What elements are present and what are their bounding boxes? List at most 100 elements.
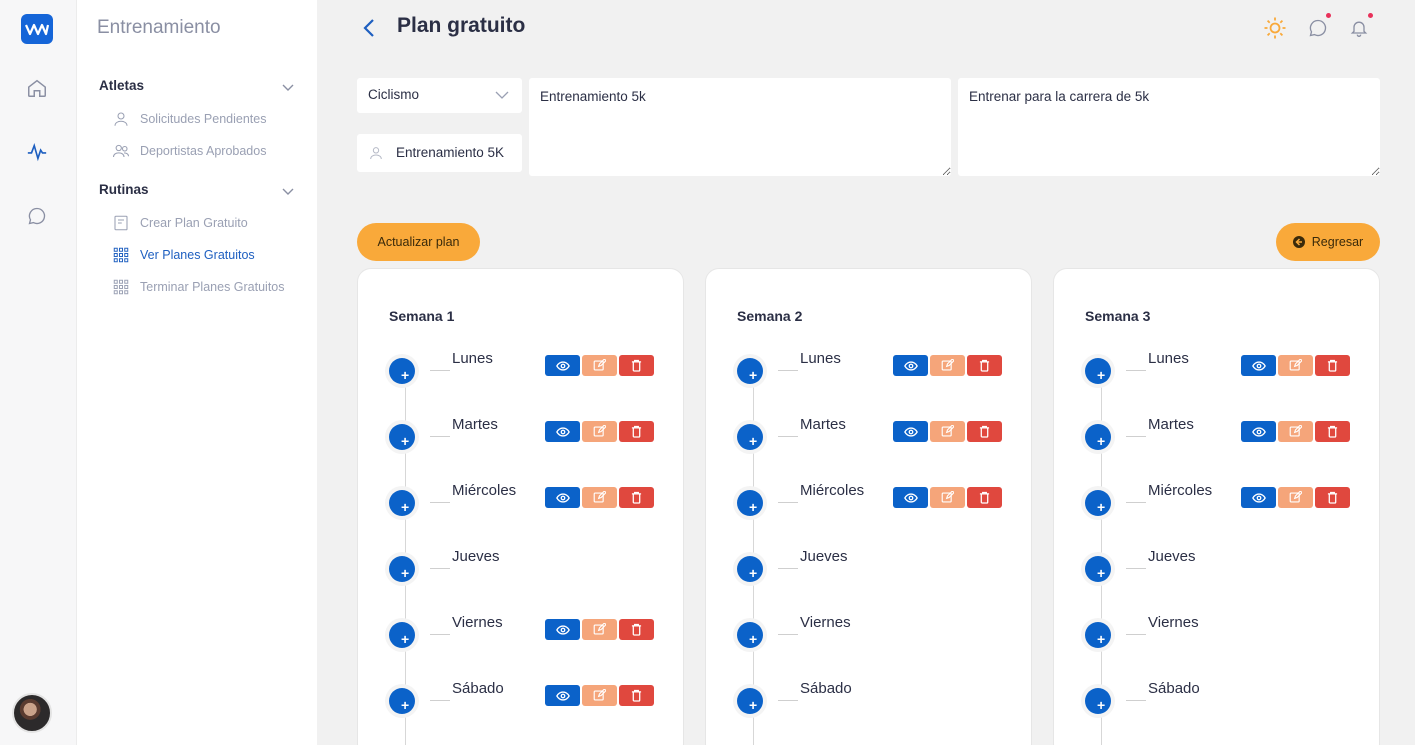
chat-icon[interactable] (25, 204, 49, 228)
view-button[interactable] (1241, 487, 1276, 508)
timeline-connector (1126, 700, 1146, 701)
week-title: Semana 2 (737, 308, 803, 324)
delete-button[interactable] (619, 619, 654, 640)
delete-button[interactable] (1315, 355, 1350, 376)
edit-button[interactable] (582, 685, 617, 706)
timeline-connector (430, 568, 450, 569)
eye-icon (555, 690, 570, 701)
bell-icon[interactable] (1347, 16, 1371, 40)
timeline-connector (778, 370, 798, 371)
user-avatar[interactable] (12, 693, 52, 733)
trash-icon (1327, 491, 1338, 504)
view-button[interactable] (893, 487, 928, 508)
sidebar-item-crear-plan[interactable]: Crear Plan Gratuito (111, 213, 248, 233)
activity-icon[interactable] (25, 140, 49, 164)
edit-button[interactable] (1278, 355, 1313, 376)
add-session-button[interactable]: + (1085, 424, 1111, 450)
back-button[interactable]: Regresar (1276, 223, 1380, 261)
delete-button[interactable] (967, 487, 1002, 508)
eye-icon (903, 426, 918, 437)
delete-button[interactable] (619, 685, 654, 706)
view-button[interactable] (893, 355, 928, 376)
sidebar-group-rutinas[interactable]: Rutinas (99, 182, 149, 197)
edit-button[interactable] (930, 487, 965, 508)
day-row: + Jueves (358, 536, 685, 596)
add-session-button[interactable]: + (1085, 556, 1111, 582)
back-chevron-icon[interactable] (360, 16, 380, 40)
day-row: + Miércoles (358, 470, 685, 530)
day-row: + Lunes (1054, 338, 1381, 398)
sidebar-item-ver-planes[interactable]: Ver Planes Gratuitos (111, 245, 255, 265)
message-icon[interactable] (1306, 16, 1330, 40)
timeline-connector (1126, 634, 1146, 635)
day-row: + Viernes (358, 602, 685, 662)
add-session-button[interactable]: + (1085, 358, 1111, 384)
add-session-button[interactable]: + (737, 556, 763, 582)
sidebar-item-terminar-planes[interactable]: Terminar Planes Gratuitos (111, 277, 285, 297)
edit-button[interactable] (1278, 421, 1313, 442)
delete-button[interactable] (967, 355, 1002, 376)
sidebar-item-solicitudes[interactable]: Solicitudes Pendientes (111, 109, 266, 129)
chevron-down-icon[interactable] (281, 184, 295, 198)
chevron-down-icon[interactable] (281, 80, 295, 94)
edit-button[interactable] (930, 355, 965, 376)
view-button[interactable] (545, 619, 580, 640)
delete-button[interactable] (619, 487, 654, 508)
day-actions (893, 421, 1002, 442)
edit-icon (941, 491, 954, 504)
add-session-button[interactable]: + (1085, 688, 1111, 714)
goal-textarea[interactable] (958, 78, 1380, 176)
home-icon[interactable] (25, 76, 49, 100)
view-button[interactable] (545, 685, 580, 706)
add-session-button[interactable]: + (389, 622, 415, 648)
edit-button[interactable] (1278, 487, 1313, 508)
sun-icon[interactable] (1263, 16, 1287, 40)
day-row: + Martes (1054, 404, 1381, 464)
add-session-button[interactable]: + (737, 424, 763, 450)
edit-button[interactable] (582, 487, 617, 508)
edit-button[interactable] (930, 421, 965, 442)
plus-icon: + (749, 499, 758, 515)
add-session-button[interactable]: + (737, 490, 763, 516)
edit-button[interactable] (582, 355, 617, 376)
add-session-button[interactable]: + (389, 424, 415, 450)
edit-button[interactable] (582, 619, 617, 640)
day-name: Viernes (800, 614, 851, 631)
plus-icon: + (749, 433, 758, 449)
eye-icon (555, 624, 570, 635)
delete-button[interactable] (1315, 421, 1350, 442)
add-session-button[interactable]: + (1085, 622, 1111, 648)
add-session-button[interactable]: + (737, 622, 763, 648)
edit-icon (593, 359, 606, 372)
timeline-connector (778, 436, 798, 437)
view-button[interactable] (893, 421, 928, 442)
delete-button[interactable] (967, 421, 1002, 442)
sidebar-item-label: Terminar Planes Gratuitos (140, 280, 285, 294)
delete-button[interactable] (1315, 487, 1350, 508)
add-session-button[interactable]: + (389, 556, 415, 582)
sport-select[interactable]: Ciclismo (357, 78, 522, 113)
add-session-button[interactable]: + (389, 490, 415, 516)
add-session-button[interactable]: + (737, 358, 763, 384)
trash-icon (979, 491, 990, 504)
description-textarea[interactable] (529, 78, 951, 176)
plan-name-field[interactable]: Entrenamiento 5K (357, 134, 522, 172)
edit-button[interactable] (582, 421, 617, 442)
add-session-button[interactable]: + (1085, 490, 1111, 516)
view-button[interactable] (545, 487, 580, 508)
sidebar-item-deportistas[interactable]: Deportistas Aprobados (111, 141, 266, 161)
sidebar-group-atletas[interactable]: Atletas (99, 78, 144, 93)
view-button[interactable] (1241, 421, 1276, 442)
add-session-button[interactable]: + (389, 358, 415, 384)
view-button[interactable] (545, 355, 580, 376)
view-button[interactable] (545, 421, 580, 442)
add-session-button[interactable]: + (389, 688, 415, 714)
plus-icon: + (1097, 697, 1106, 713)
delete-button[interactable] (619, 355, 654, 376)
view-button[interactable] (1241, 355, 1276, 376)
timeline-connector (430, 436, 450, 437)
update-plan-button[interactable]: Actualizar plan (357, 223, 480, 261)
app-logo[interactable] (21, 14, 53, 44)
delete-button[interactable] (619, 421, 654, 442)
add-session-button[interactable]: + (737, 688, 763, 714)
